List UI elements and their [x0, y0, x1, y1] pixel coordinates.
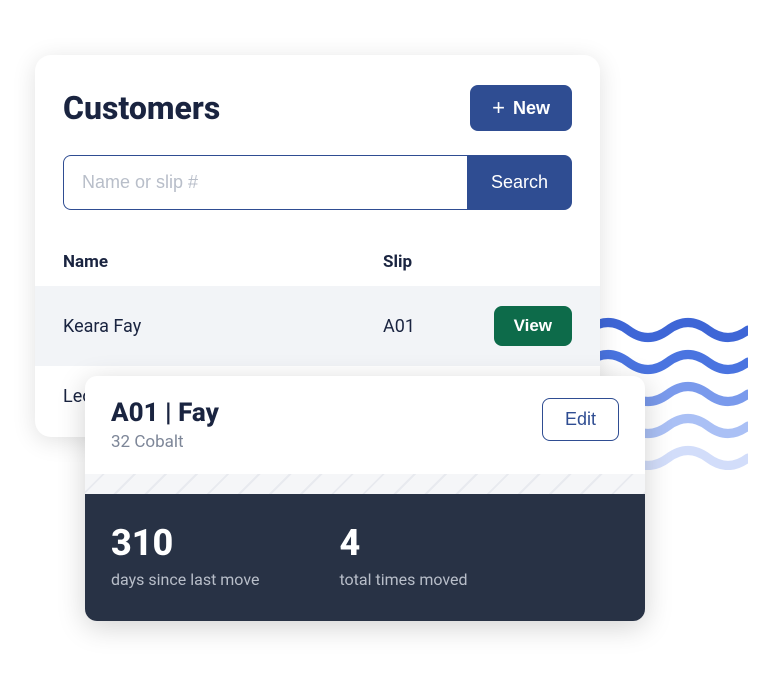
stat-label: total times moved: [339, 570, 467, 589]
new-button-label: New: [513, 98, 550, 119]
view-button[interactable]: View: [494, 306, 572, 346]
stat-label: days since last move: [111, 570, 259, 589]
detail-panel: A01 | Fay 32 Cobalt Edit 310 days since …: [85, 376, 645, 621]
row-name: Keara Fay: [63, 316, 383, 337]
stat-times-moved: 4 total times moved: [339, 522, 467, 589]
stat-value: 310: [111, 522, 259, 564]
search-input[interactable]: [63, 155, 467, 210]
new-button[interactable]: + New: [470, 85, 572, 131]
pattern-divider: [85, 474, 645, 494]
column-header-slip: Slip: [383, 252, 572, 272]
detail-title: A01 | Fay: [111, 398, 219, 428]
row-slip: A01: [383, 316, 494, 337]
search-button[interactable]: Search: [467, 155, 572, 210]
table-row[interactable]: Keara Fay A01 View: [35, 286, 600, 366]
stat-days-since-move: 310 days since last move: [111, 522, 259, 589]
stat-value: 4: [339, 522, 467, 564]
detail-stats: 310 days since last move 4 total times m…: [85, 494, 645, 621]
table-header: Name Slip: [35, 238, 600, 286]
page-title: Customers: [63, 89, 220, 127]
column-header-name: Name: [63, 252, 383, 272]
plus-icon: +: [492, 97, 505, 119]
edit-button[interactable]: Edit: [542, 398, 619, 441]
detail-subtitle: 32 Cobalt: [111, 432, 219, 452]
